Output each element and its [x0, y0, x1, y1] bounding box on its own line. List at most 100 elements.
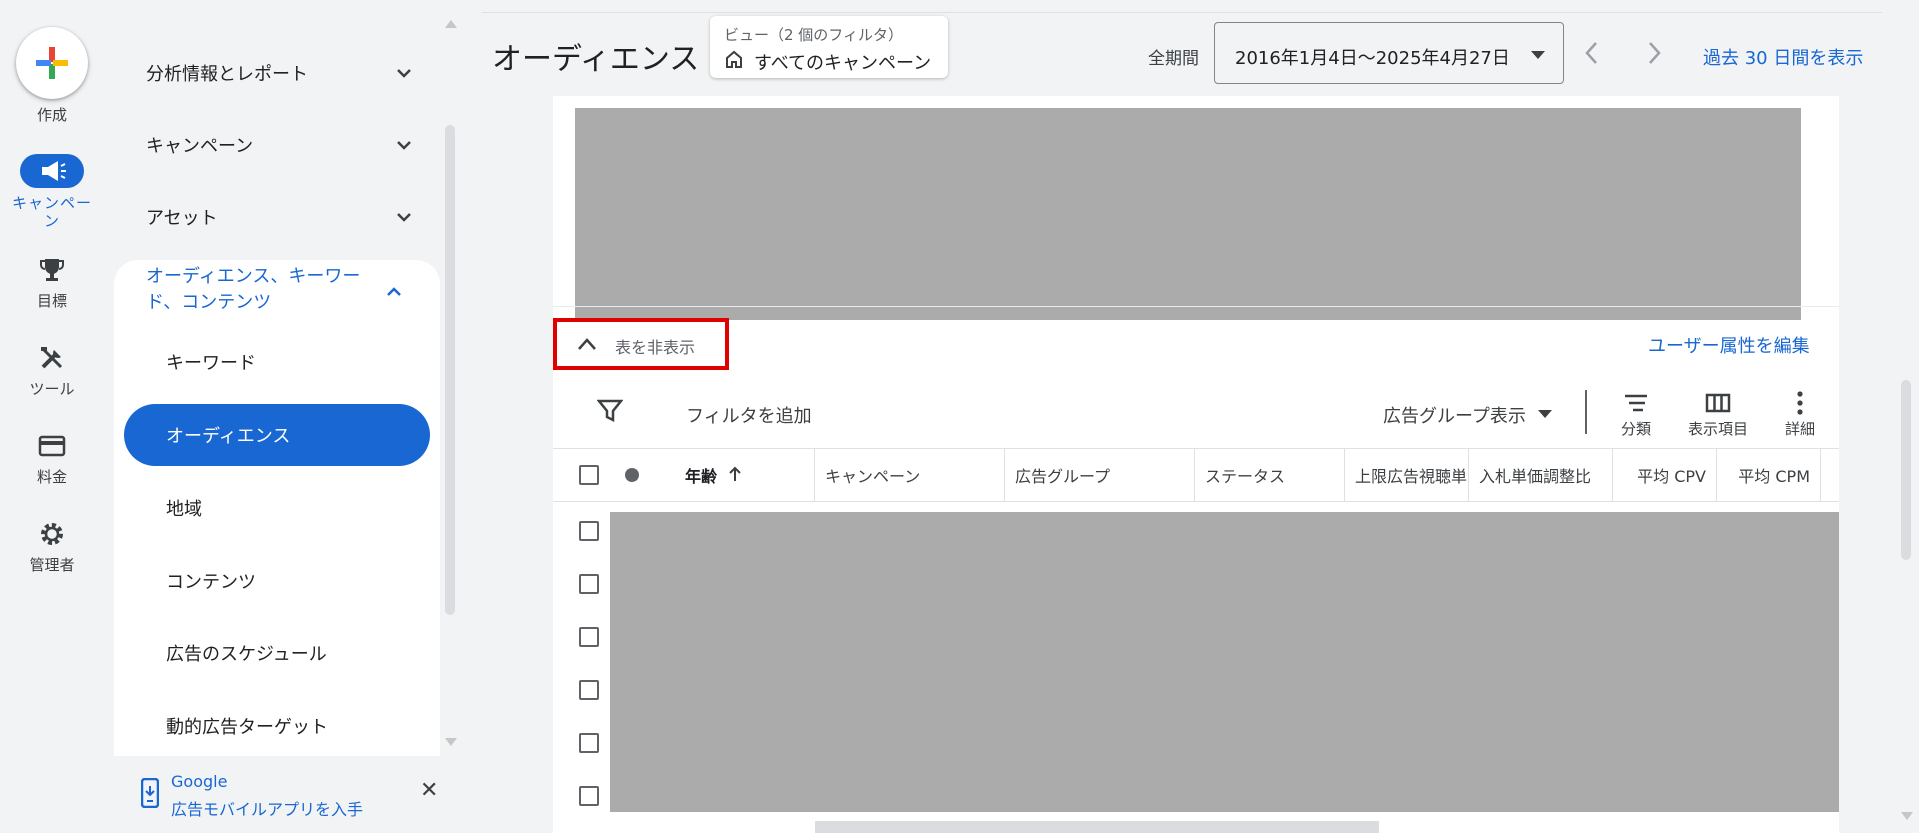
chevron-left-icon[interactable]: [1580, 40, 1604, 66]
home-icon: [726, 50, 742, 68]
columns-button[interactable]: 表示項目: [1678, 388, 1758, 439]
column-header-max-cpv[interactable]: 上限広告視聴単: [1345, 449, 1469, 501]
view-filter-chip[interactable]: ビュー（2 個のフィルタ） すべてのキャンペーン: [710, 16, 948, 78]
sidebar-item-campaigns[interactable]: キャンペーン: [114, 109, 444, 181]
row-checkbox[interactable]: [579, 680, 599, 700]
dropdown-caret-icon: [1538, 410, 1552, 418]
admin-label: 管理者: [29, 556, 75, 574]
tools-icon: [32, 342, 72, 374]
page-header: オーディエンス ビュー（2 個のフィルタ） すべてのキャンペーン 全期間 201…: [470, 0, 1919, 96]
sidebar-scrollbar[interactable]: [445, 125, 455, 615]
view-value: すべてのキャンペーン: [754, 53, 932, 74]
chevron-right-icon[interactable]: [1642, 40, 1666, 66]
chevron-down-icon: [397, 213, 411, 222]
column-header-avg-cpv[interactable]: 平均 CPV: [1613, 449, 1717, 501]
column-campaign-label: キャンペーン: [825, 467, 921, 486]
chevron-up-icon: [578, 338, 596, 350]
column-avg-cpm-label: 平均 CPM: [1738, 467, 1810, 486]
content-divider: [553, 306, 1839, 307]
chevron-down-icon: [397, 141, 411, 150]
select-all-checkbox[interactable]: [579, 465, 599, 485]
sidebar-item-label: 動的広告ターゲット: [166, 717, 328, 738]
row-checkbox[interactable]: [579, 733, 599, 753]
sidebar-item-locations[interactable]: 地域: [114, 477, 440, 539]
column-bid-adj-label: 入札単価調整比: [1479, 467, 1592, 486]
campaign-rail-button[interactable]: [20, 154, 84, 188]
period-label: 全期間: [1148, 49, 1199, 69]
create-button[interactable]: [16, 27, 88, 99]
column-header-campaign[interactable]: キャンペーン: [815, 449, 1005, 501]
mobile-app-promo[interactable]: Google 広告モバイルアプリを入手 ✕: [114, 756, 460, 833]
credit-card-icon: [32, 430, 72, 462]
more-vert-icon: [1797, 391, 1803, 415]
edit-demographics-link[interactable]: ユーザー属性を編集: [1648, 332, 1810, 358]
left-rail: 作成 キャンペーン 目標 ツール 料金 管理者: [0, 0, 104, 833]
adgroup-view-dropdown[interactable]: 広告グループ表示: [1383, 402, 1526, 428]
details-button[interactable]: 詳細: [1760, 388, 1840, 439]
column-age-label: 年齢: [685, 467, 718, 486]
column-adgroup-label: 広告グループ: [1015, 467, 1111, 486]
sidebar-item-dynamic-targets[interactable]: 動的広告ターゲット: [114, 695, 440, 757]
page-scroll-down-arrow[interactable]: [1901, 812, 1913, 820]
arrow-up-icon: [729, 466, 741, 481]
main-content: 表を非表示 ユーザー属性を編集 フィルタを追加 広告グループ表示 分類 表示項目…: [553, 96, 1839, 833]
sidebar-item-content[interactable]: コンテンツ: [114, 550, 440, 612]
close-icon[interactable]: ✕: [420, 778, 438, 803]
column-header-bid-adj[interactable]: 入札単価調整比: [1469, 449, 1613, 501]
sidebar-item-label: キーワード: [166, 353, 256, 374]
sidebar-item-ad-schedule[interactable]: 広告のスケジュール: [114, 622, 440, 684]
row-checkbox[interactable]: [579, 521, 599, 541]
sidebar-item-label: 分析情報とレポート: [146, 64, 308, 85]
billing-label: 料金: [36, 468, 67, 486]
horizontal-scrollbar[interactable]: [815, 821, 1379, 833]
hide-table-button[interactable]: 表を非表示: [553, 318, 729, 370]
table-header: 年齢 キャンペーン 広告グループ ステータス 上限広告視聴単 入札単価調整比 平…: [553, 448, 1839, 502]
chevron-up-icon[interactable]: [382, 280, 406, 304]
segment-label: 分類: [1620, 420, 1651, 438]
columns-icon: [1705, 393, 1731, 413]
promo-line-1: Google: [171, 772, 228, 791]
details-label: 詳細: [1784, 420, 1815, 438]
sidebar-item-assets[interactable]: アセット: [114, 181, 444, 253]
audience-group-title[interactable]: オーディエンス、キーワード、コンテンツ: [146, 264, 376, 316]
filter-icon[interactable]: [597, 398, 623, 424]
campaign-rail-label: キャンペーン: [11, 194, 92, 230]
last-30-days-link[interactable]: 過去 30 日間を表示: [1703, 44, 1863, 70]
gear-icon: [32, 518, 72, 550]
column-header-status[interactable]: ステータス: [1195, 449, 1345, 501]
row-checkbox[interactable]: [579, 574, 599, 594]
row-checkbox[interactable]: [579, 627, 599, 647]
row-checkbox[interactable]: [579, 786, 599, 806]
segment-button[interactable]: 分類: [1596, 388, 1676, 439]
plus-icon: [36, 47, 68, 79]
date-range-value: 2016年1月4日～2025年4月27日: [1235, 48, 1510, 69]
sidebar-item-label: キャンペーン: [146, 136, 254, 157]
goals-label: 目標: [36, 292, 67, 310]
scroll-down-arrow[interactable]: [445, 738, 457, 746]
page-title: オーディエンス: [492, 42, 700, 77]
tools-label: ツール: [29, 380, 75, 398]
dropdown-caret-icon: [1531, 51, 1545, 59]
create-label: 作成: [36, 106, 67, 124]
sidebar-item-audiences[interactable]: オーディエンス: [124, 404, 430, 466]
status-dot-icon: [625, 468, 639, 482]
column-header-adgroup[interactable]: 広告グループ: [1005, 449, 1195, 501]
scroll-up-arrow[interactable]: [445, 20, 457, 28]
page-scrollbar[interactable]: [1901, 380, 1911, 560]
sidebar-item-insights[interactable]: 分析情報とレポート: [114, 37, 444, 109]
promo-line-2: 広告モバイルアプリを入手: [171, 800, 364, 819]
sidebar-item-label: 地域: [166, 499, 202, 520]
sidebar: 分析情報とレポート キャンペーン アセット オーディエンス、キーワード、コンテン…: [114, 0, 460, 833]
date-range-picker[interactable]: 2016年1月4日～2025年4月27日: [1214, 22, 1564, 84]
columns-label: 表示項目: [1687, 420, 1748, 438]
column-header-avg-cpm[interactable]: 平均 CPM: [1717, 449, 1821, 501]
view-caption: ビュー（2 個のフィルタ）: [724, 26, 904, 44]
sidebar-item-label: オーディエンス: [166, 426, 291, 447]
add-filter-button[interactable]: フィルタを追加: [686, 402, 812, 428]
segment-icon: [1625, 394, 1647, 412]
header-divider: [482, 12, 1882, 13]
sidebar-item-keywords[interactable]: キーワード: [114, 331, 440, 393]
column-header-age[interactable]: 年齢: [675, 449, 815, 501]
column-status-label: ステータス: [1205, 467, 1286, 486]
sidebar-item-label: コンテンツ: [166, 572, 256, 593]
